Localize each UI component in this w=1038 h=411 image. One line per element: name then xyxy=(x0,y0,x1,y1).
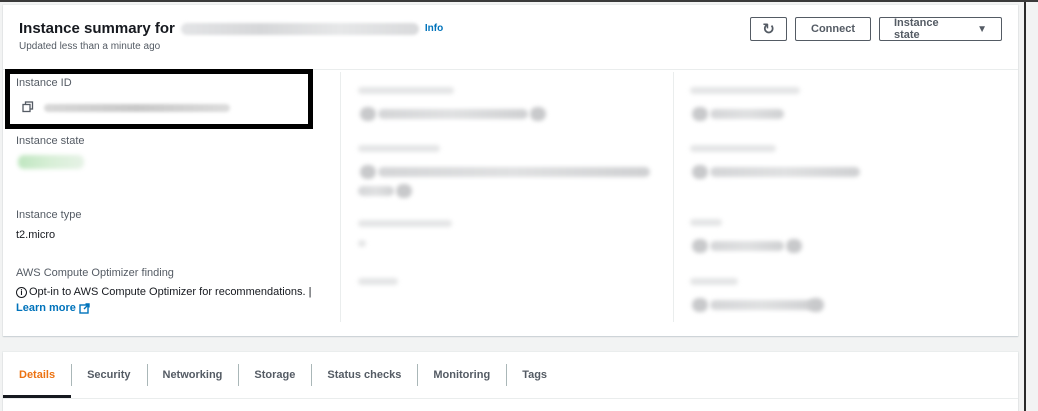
redacted-field-label xyxy=(358,87,454,94)
tabs-divider xyxy=(3,398,1018,399)
redacted-field-label xyxy=(358,145,440,152)
refresh-button[interactable]: ↻ xyxy=(750,17,787,41)
redacted-chip xyxy=(530,107,546,121)
tab-list: Details Security Networking Storage Stat… xyxy=(3,352,563,398)
learn-more-label: Learn more xyxy=(16,302,76,314)
redacted-copy-icon xyxy=(360,107,376,121)
tab-tags[interactable]: Tags xyxy=(506,352,563,398)
redacted-field-value xyxy=(710,241,784,251)
connect-button[interactable]: Connect xyxy=(795,17,871,41)
column-divider xyxy=(340,72,341,322)
info-circle-icon: i xyxy=(16,286,27,298)
info-link[interactable]: Info xyxy=(425,23,443,34)
updated-timestamp: Updated less than a minute ago xyxy=(19,41,161,52)
redacted-field-label xyxy=(358,220,452,227)
copy-icon[interactable] xyxy=(22,101,34,113)
redacted-instance-state xyxy=(18,155,84,169)
external-link-icon xyxy=(79,302,90,314)
redacted-copy-icon xyxy=(360,165,376,179)
redacted-field-label xyxy=(690,145,776,152)
redacted-instance-name xyxy=(180,22,419,35)
redacted-field-value xyxy=(378,167,650,177)
tab-monitoring[interactable]: Monitoring xyxy=(417,352,506,398)
panel-header: Instance summary for Info Updated less t… xyxy=(3,5,1018,70)
instance-state-button-label: Instance state xyxy=(894,17,939,41)
redacted-field-value xyxy=(378,109,528,119)
redacted-copy-icon xyxy=(692,298,708,312)
page-title: Instance summary for xyxy=(19,20,175,37)
tab-storage[interactable]: Storage xyxy=(238,352,311,398)
redacted-chip xyxy=(786,239,802,253)
title-row: Instance summary for Info xyxy=(19,20,443,37)
compute-optimizer-message: i Opt-in to AWS Compute Optimizer for re… xyxy=(16,286,311,298)
tab-details[interactable]: Details xyxy=(3,352,72,398)
scrollbar-edge xyxy=(1024,0,1026,411)
instance-type-label: Instance type xyxy=(16,209,82,221)
caret-down-icon: ▼ xyxy=(977,23,987,35)
tab-status-checks[interactable]: Status checks xyxy=(311,352,417,398)
tab-security[interactable]: Security xyxy=(71,352,146,398)
column-divider xyxy=(673,72,674,322)
compute-optimizer-text: Opt-in to AWS Compute Optimizer for reco… xyxy=(29,286,312,298)
redacted-field-value xyxy=(710,300,814,310)
tab-networking[interactable]: Networking xyxy=(146,352,239,398)
redacted-field-label xyxy=(358,278,398,285)
compute-optimizer-label: AWS Compute Optimizer finding xyxy=(16,267,174,279)
redacted-field-value xyxy=(358,186,394,196)
redacted-copy-icon xyxy=(692,165,708,179)
instance-type-value: t2.micro xyxy=(16,229,56,241)
redacted-field-value xyxy=(710,167,860,177)
instance-state-button[interactable]: Instance state ▼ xyxy=(879,17,1002,41)
redacted-chip xyxy=(808,298,824,312)
redacted-field-label xyxy=(690,219,722,226)
refresh-icon: ↻ xyxy=(762,21,775,38)
redacted-field-value xyxy=(358,240,366,247)
instance-state-label: Instance state xyxy=(16,135,85,147)
redacted-field-value xyxy=(710,109,784,119)
redacted-field-label xyxy=(690,278,738,285)
redacted-instance-id xyxy=(44,104,230,112)
top-edge xyxy=(0,0,1038,2)
redacted-field-label xyxy=(690,87,800,94)
redacted-copy-icon xyxy=(692,107,708,121)
learn-more-link[interactable]: Learn more xyxy=(16,302,90,314)
redacted-chip xyxy=(396,184,412,198)
redacted-copy-icon xyxy=(692,239,708,253)
instance-id-label: Instance ID xyxy=(16,77,72,89)
header-actions: ↻ Connect Instance state ▼ xyxy=(750,17,1002,41)
details-tabs-panel: Details Security Networking Storage Stat… xyxy=(3,352,1018,411)
